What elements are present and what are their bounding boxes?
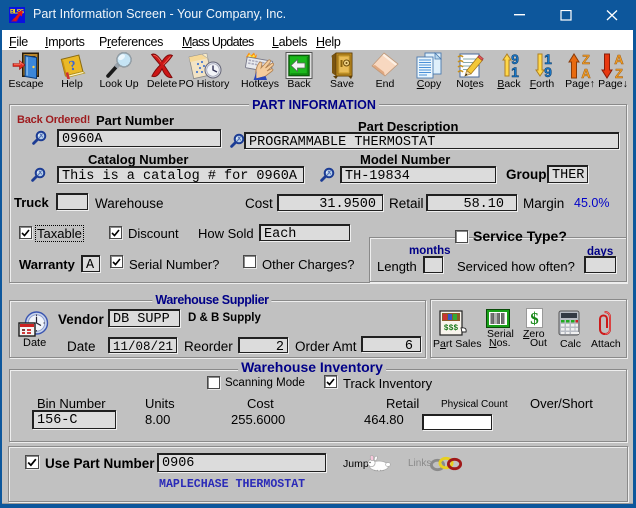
svg-text:BLSS: BLSS	[10, 8, 25, 15]
svg-text:9: 9	[544, 64, 552, 80]
svg-text:1: 1	[511, 64, 519, 80]
svg-text:A: A	[581, 66, 591, 80]
svg-text:$$$: $$$	[444, 324, 459, 333]
svg-text:Z: Z	[615, 66, 623, 80]
svg-text:$: $	[530, 309, 539, 328]
svg-text:A: A	[614, 52, 624, 67]
svg-text:Z: Z	[582, 52, 590, 67]
